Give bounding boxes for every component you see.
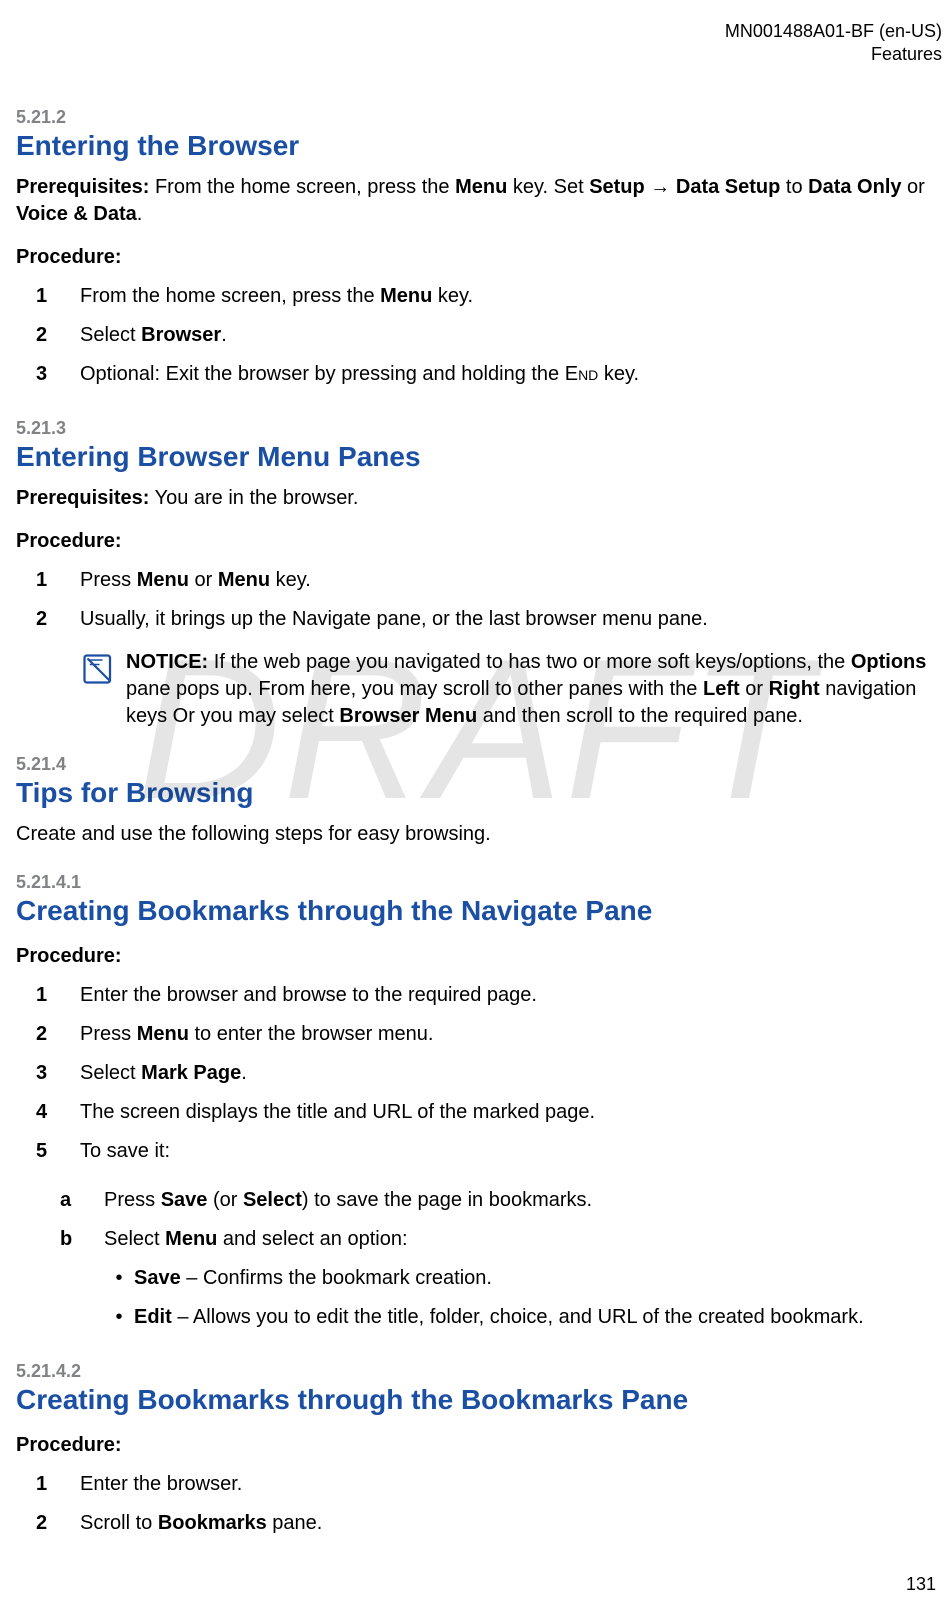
section-number: 5.21.3 [16, 418, 942, 439]
list-item: 1 Enter the browser and browse to the re… [16, 976, 942, 1015]
sub-list: a Press Save (or Select) to save the pag… [16, 1181, 942, 1259]
procedure-list: 1 Enter the browser. 2 Scroll to Bookmar… [16, 1465, 942, 1543]
procedure-label: Procedure: [16, 1434, 942, 1457]
doc-id: MN001488A01-BF (en-US) [16, 20, 942, 43]
section-title: Entering Browser Menu Panes [16, 441, 942, 473]
procedure-label: Procedure: [16, 945, 942, 968]
bullet-icon: • [16, 1264, 134, 1293]
bullet-icon: • [16, 1303, 134, 1332]
list-item: 5 To save it: [16, 1132, 942, 1171]
list-item: 2 Usually, it brings up the Navigate pan… [16, 600, 942, 639]
notice-box: NOTICE: If the web page you navigated to… [80, 649, 942, 730]
doc-section: Features [16, 43, 942, 66]
list-item: 2 Select Browser. [16, 316, 942, 355]
section-number: 5.21.4.2 [16, 1361, 942, 1382]
section-number: 5.21.4 [16, 754, 942, 775]
procedure-list: 1 Enter the browser and browse to the re… [16, 976, 942, 1171]
list-item: 4 The screen displays the title and URL … [16, 1093, 942, 1132]
content: 5.21.2 Entering the Browser Prerequisite… [16, 107, 942, 1543]
list-item: 1 From the home screen, press the Menu k… [16, 277, 942, 316]
notice-icon [80, 649, 126, 730]
prereq-label: Prerequisites: [16, 176, 149, 198]
section-number: 5.21.2 [16, 107, 942, 128]
procedure-label: Procedure: [16, 246, 942, 269]
procedure-label: Procedure: [16, 530, 942, 553]
bullet-list: • Save – Confirms the bookmark creation.… [16, 1259, 942, 1337]
list-item: 3 Select Mark Page. [16, 1054, 942, 1093]
body-text: Create and use the following steps for e… [16, 821, 942, 848]
list-item: 2 Press Menu to enter the browser menu. [16, 1015, 942, 1054]
document-page: DRAFT MN001488A01-BF (en-US) Features 5.… [0, 0, 950, 1613]
section-title: Creating Bookmarks through the Bookmarks… [16, 1384, 942, 1416]
notice-text: NOTICE: If the web page you navigated to… [126, 649, 942, 730]
section-title: Entering the Browser [16, 130, 942, 162]
page-number: 131 [906, 1574, 936, 1595]
procedure-list: 1 From the home screen, press the Menu k… [16, 277, 942, 394]
list-item: 2 Scroll to Bookmarks pane. [16, 1504, 942, 1543]
list-item: 1 Press Menu or Menu key. [16, 561, 942, 600]
section-number: 5.21.4.1 [16, 872, 942, 893]
list-item: a Press Save (or Select) to save the pag… [16, 1181, 942, 1220]
procedure-list: 1 Press Menu or Menu key. 2 Usually, it … [16, 561, 942, 639]
list-item: b Select Menu and select an option: [16, 1220, 942, 1259]
prerequisites-text: Prerequisites: You are in the browser. [16, 485, 942, 512]
section-title: Tips for Browsing [16, 777, 942, 809]
list-item: 1 Enter the browser. [16, 1465, 942, 1504]
page-header: MN001488A01-BF (en-US) Features [16, 20, 942, 67]
section-title: Creating Bookmarks through the Navigate … [16, 895, 942, 927]
prerequisites-text: Prerequisites: From the home screen, pre… [16, 174, 942, 228]
list-item: • Save – Confirms the bookmark creation. [16, 1259, 942, 1298]
list-item: • Edit – Allows you to edit the title, f… [16, 1298, 942, 1337]
prereq-label: Prerequisites: [16, 487, 149, 509]
list-item: 3 Optional: Exit the browser by pressing… [16, 355, 942, 394]
